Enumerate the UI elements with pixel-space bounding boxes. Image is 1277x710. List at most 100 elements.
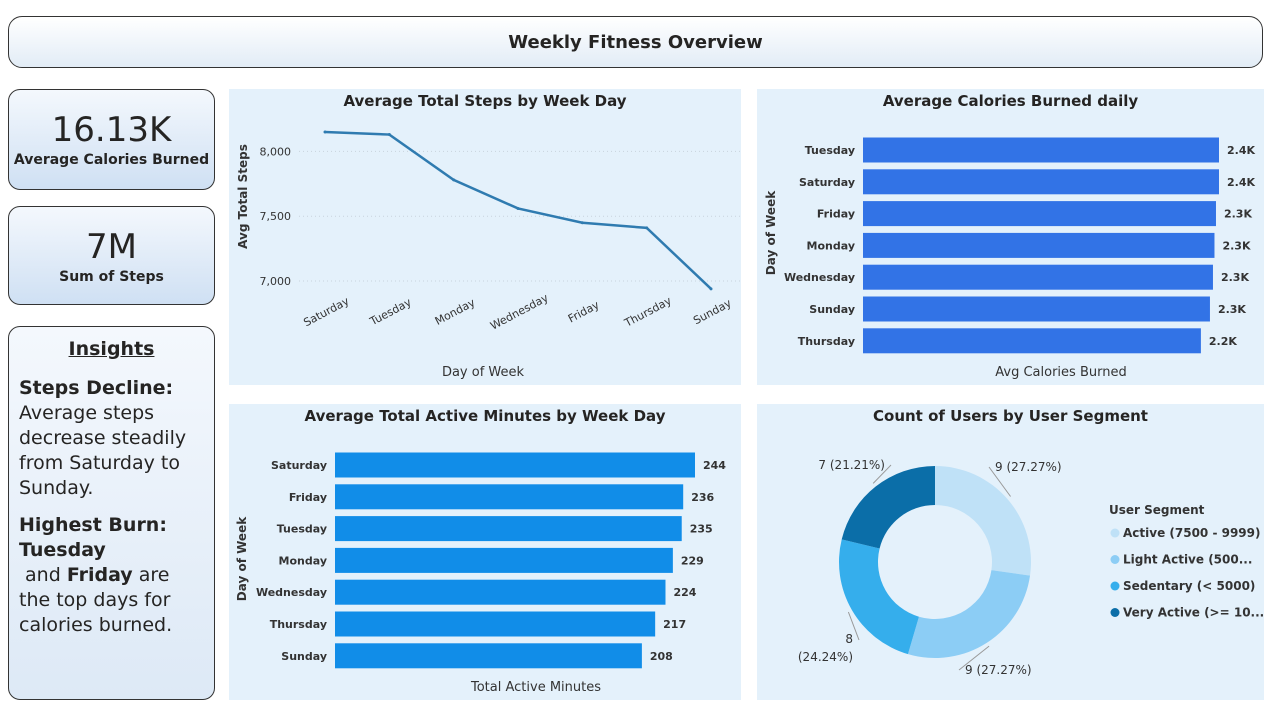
donut-slice — [935, 466, 1031, 576]
data-point — [452, 178, 456, 182]
data-point — [323, 130, 327, 134]
bar — [335, 611, 656, 637]
legend-swatch — [1110, 528, 1120, 538]
category-label: Wednesday — [784, 271, 855, 284]
category-label: Saturday — [799, 176, 855, 189]
legend-swatch — [1110, 581, 1120, 591]
insight-2-day2: Friday — [66, 564, 133, 586]
data-point — [580, 221, 584, 225]
y-tick-label: 7,500 — [260, 210, 292, 223]
bar — [335, 452, 695, 478]
dashboard-title: Weekly Fitness Overview — [508, 31, 763, 53]
bar-value-label: 2.4K — [1227, 144, 1255, 157]
legend-label: Active (7500 - 9999) — [1123, 526, 1261, 540]
bar-value-label: 244 — [703, 459, 726, 472]
legend-label: Very Active (>= 10... — [1123, 606, 1264, 620]
calories-bar-chart-panel[interactable]: Average Calories Burned daily Tuesday 2.4… — [757, 89, 1264, 385]
y-axis-label: Day of Week — [235, 516, 249, 601]
bar — [863, 137, 1219, 163]
insights-title: Insights — [68, 338, 155, 360]
bar — [335, 516, 682, 542]
bar-value-label: 2.3K — [1221, 271, 1249, 284]
bar-value-label: 229 — [681, 554, 704, 567]
slice-label: (24.24%) — [798, 650, 853, 664]
x-tick-label: Monday — [433, 296, 478, 328]
category-label: Tuesday — [277, 523, 327, 536]
active-minutes-bar-chart-panel[interactable]: Average Total Active Minutes by Week Day… — [229, 404, 741, 700]
bar — [335, 643, 642, 669]
insight-2-day1: Tuesday — [19, 539, 106, 561]
bar-value-label: 224 — [673, 586, 696, 599]
insights-card: Insights Steps Decline: Average steps de… — [8, 326, 215, 700]
legend-title: User Segment — [1109, 503, 1205, 517]
legend-label: Sedentary (< 5000) — [1123, 579, 1255, 593]
category-label: Sunday — [809, 303, 855, 316]
insight-1-heading: Steps Decline: — [19, 377, 174, 399]
calories-bar-chart: Tuesday 2.4K Saturday 2.4K Friday 2.3K Monday 2… — [764, 137, 1255, 380]
legend-swatch — [1110, 608, 1120, 617]
legend-label: Light Active (500... — [1123, 553, 1252, 567]
category-label: Thursday — [798, 335, 855, 348]
category-label: Sunday — [281, 650, 327, 663]
x-tick-label: Saturday — [301, 294, 351, 329]
category-label: Saturday — [271, 459, 327, 472]
x-axis-label: Day of Week — [442, 365, 525, 380]
steps-line — [324, 130, 712, 290]
x-tick-label: Friday — [566, 298, 602, 325]
bar — [863, 296, 1210, 322]
kpi-card-steps[interactable]: 7M Sum of Steps — [8, 206, 215, 305]
user-segment-donut-chart: 9 (27.27%) 9 (27.27%) 8 (24.24%) 7 (21.21%) U… — [798, 458, 1264, 677]
category-label: Wednesday — [256, 586, 327, 599]
x-axis-label: Total Active Minutes — [470, 680, 601, 695]
category-label: Tuesday — [805, 144, 855, 157]
legend-swatch — [1110, 555, 1120, 564]
x-tick-label: Tuesday — [367, 295, 414, 328]
data-point — [709, 287, 713, 291]
x-tick-label: Wednesday — [488, 291, 551, 333]
bar-value-label: 2.3K — [1224, 208, 1252, 221]
user-segment-donut-panel[interactable]: Count of Users by User Segment 9 (27.27%… — [757, 404, 1264, 700]
insight-steps-decline: Steps Decline: Average steps decrease st… — [19, 376, 204, 501]
y-axis-label: Day of Week — [764, 190, 778, 275]
kpi-calories-label: Average Calories Burned — [13, 152, 210, 168]
y-tick-label: 8,000 — [260, 145, 292, 158]
slice-label: 9 (27.27%) — [965, 663, 1032, 677]
bar — [863, 169, 1219, 195]
slice-label: 7 (21.21%) — [818, 458, 885, 472]
x-axis-label: Avg Calories Burned — [995, 365, 1126, 380]
category-label: Friday — [817, 208, 855, 221]
x-tick-label: Sunday — [691, 296, 734, 327]
insight-1-text: Average steps decrease steadily from Sat… — [19, 402, 187, 499]
donut-slice — [907, 570, 1031, 658]
bar — [335, 547, 673, 573]
steps-line-chart: 7,000 7,500 8,000 Saturday Tuesday Monday Wedn… — [236, 130, 741, 380]
bar — [863, 328, 1201, 354]
category-label: Monday — [279, 554, 327, 567]
bar-value-label: 2.4K — [1227, 176, 1255, 189]
bar — [335, 484, 684, 510]
steps-line-chart-panel[interactable]: Average Total Steps by Week Day 7,000 7,5… — [229, 89, 741, 385]
slice-label: 9 (27.27%) — [995, 460, 1062, 474]
data-point — [516, 206, 520, 210]
y-axis-label: Avg Total Steps — [236, 144, 250, 249]
insight-2-heading: Highest Burn: — [19, 514, 167, 536]
kpi-calories-value: 16.13K — [51, 110, 172, 150]
bar — [863, 201, 1216, 227]
bar — [863, 264, 1213, 290]
x-tick-label: Thursday — [622, 294, 675, 330]
bar — [335, 579, 666, 605]
category-label: Thursday — [270, 618, 327, 631]
category-label: Friday — [289, 491, 327, 504]
bar-value-label: 208 — [650, 650, 673, 663]
insight-highest-burn: Highest Burn: Tuesday and Friday are the… — [19, 513, 204, 638]
insight-2-and: and — [19, 564, 67, 586]
kpi-steps-label: Sum of Steps — [59, 269, 164, 285]
bar-value-label: 2.3K — [1222, 239, 1250, 252]
bar-value-label: 235 — [690, 523, 713, 536]
active-minutes-bar-chart: Saturday 244 Friday 236 Tuesday 235 Monday 229 W… — [235, 452, 726, 695]
kpi-steps-value: 7M — [86, 227, 137, 267]
kpi-card-calories[interactable]: 16.13K Average Calories Burned — [8, 89, 215, 190]
donut-slice — [841, 466, 935, 549]
data-point — [387, 133, 391, 137]
bar-value-label: 2.2K — [1209, 335, 1237, 348]
